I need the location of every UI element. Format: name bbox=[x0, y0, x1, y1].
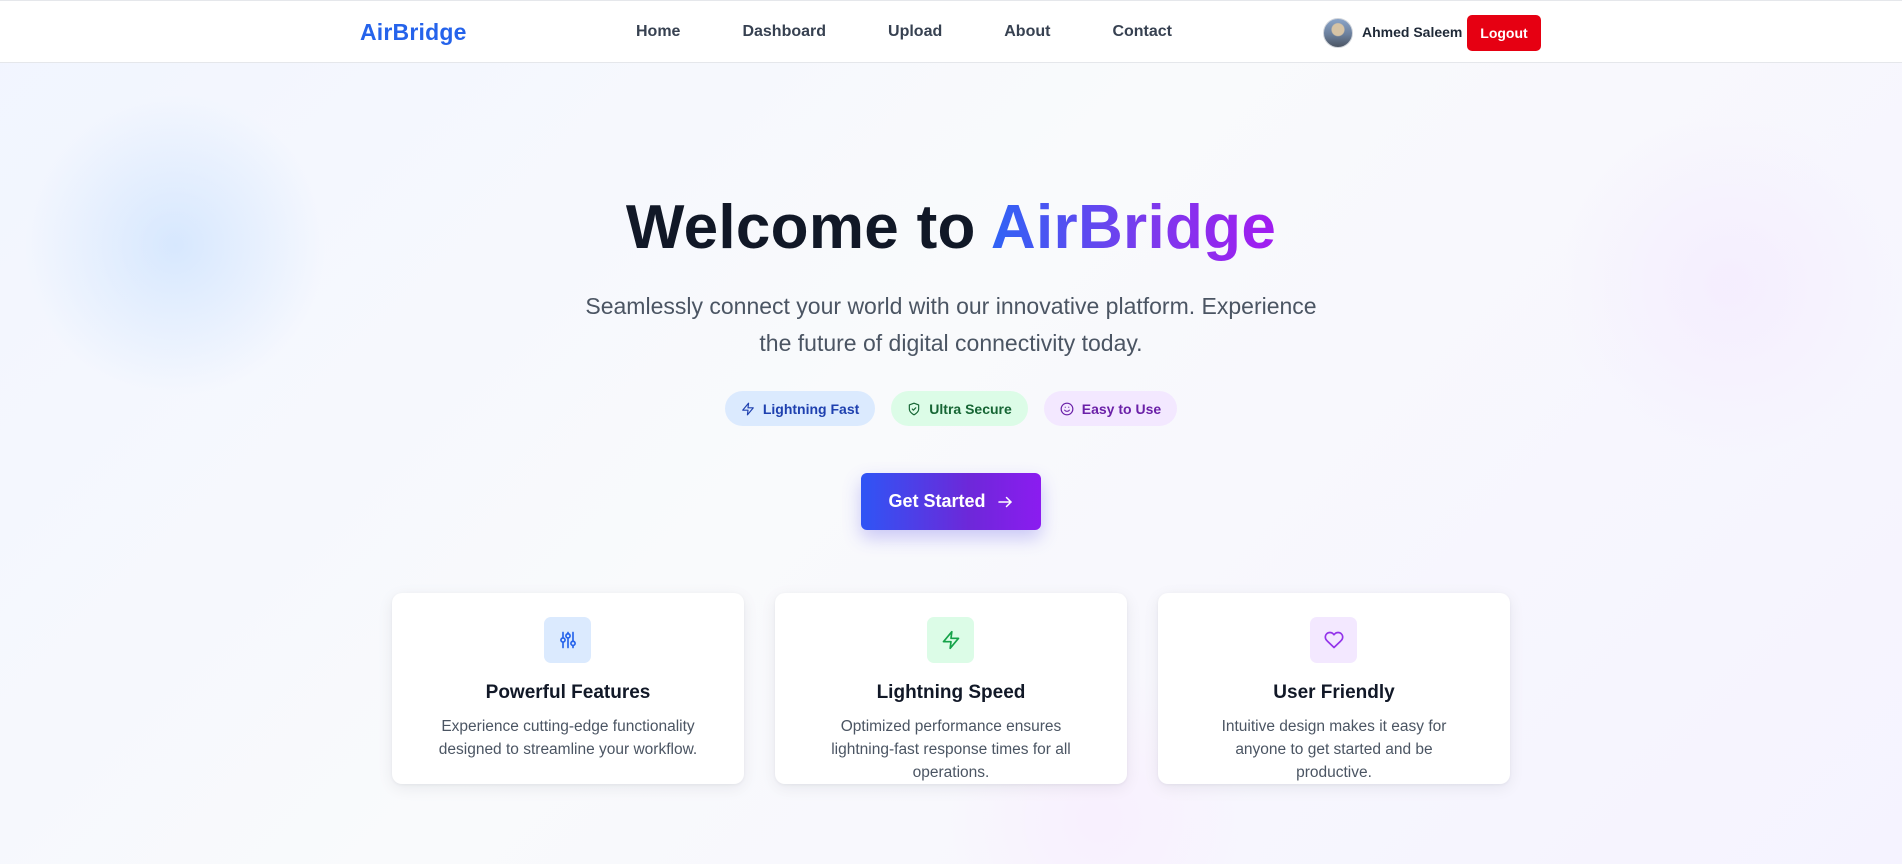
nav-link-dashboard[interactable]: Dashboard bbox=[742, 23, 826, 41]
brand-logo[interactable]: AirBridge bbox=[360, 19, 467, 46]
get-started-button[interactable]: Get Started bbox=[861, 473, 1041, 530]
heart-icon bbox=[1324, 631, 1343, 649]
card-description: Intuitive design makes it easy for anyon… bbox=[1221, 718, 1447, 781]
cta-label: Get Started bbox=[888, 491, 986, 511]
pill-ultra-secure: Ultra Secure bbox=[891, 391, 1028, 426]
logout-button[interactable]: Logout bbox=[1467, 15, 1541, 51]
pill-label: Lightning Fast bbox=[762, 400, 860, 417]
sliders-icon bbox=[559, 631, 576, 649]
card-title: Powerful Features bbox=[485, 682, 651, 703]
card-icon-badge bbox=[544, 617, 591, 663]
feature-card-powerful: Powerful Features Experience cutting-edg… bbox=[392, 593, 744, 784]
card-title: Lightning Speed bbox=[876, 682, 1026, 703]
nav-link-about[interactable]: About bbox=[1004, 23, 1050, 41]
title-prefix: Welcome to bbox=[625, 193, 991, 262]
pill-label: Easy to Use bbox=[1081, 400, 1162, 417]
feature-cards: Powerful Features Experience cutting-edg… bbox=[392, 593, 1510, 784]
feature-pills: Lightning Fast Ultra Secure Easy to Use bbox=[0, 391, 1902, 426]
nav-link-upload[interactable]: Upload bbox=[888, 23, 942, 41]
pill-lightning-fast: Lightning Fast bbox=[724, 391, 876, 426]
card-description: Optimized performance ensures lightning-… bbox=[831, 718, 1071, 781]
hero-subtitle: Seamlessly connect your world with our i… bbox=[585, 293, 1317, 356]
zap-icon bbox=[942, 630, 959, 650]
shield-icon bbox=[909, 402, 920, 415]
nav-link-contact[interactable]: Contact bbox=[1112, 23, 1172, 41]
arrow-right-icon bbox=[997, 496, 1012, 507]
feature-card-friendly: User Friendly Intuitive design makes it … bbox=[1158, 593, 1510, 784]
card-icon-badge bbox=[1310, 617, 1357, 663]
page-title: Welcome to AirBridge bbox=[0, 192, 1902, 263]
nav-link-home[interactable]: Home bbox=[636, 23, 680, 41]
pill-easy-to-use: Easy to Use bbox=[1043, 391, 1178, 426]
user-name: Ahmed Saleem bbox=[1362, 24, 1463, 40]
card-icon-badge bbox=[927, 617, 974, 663]
title-accent: AirBridge bbox=[990, 193, 1277, 262]
card-title: User Friendly bbox=[1273, 682, 1395, 703]
card-description: Experience cutting-edge functionality de… bbox=[438, 718, 698, 758]
main-nav: Home Dashboard Upload About Contact bbox=[636, 23, 1172, 41]
feature-card-speed: Lightning Speed Optimized performance en… bbox=[775, 593, 1127, 784]
pill-label: Ultra Secure bbox=[929, 400, 1012, 417]
top-navbar: AirBridge Home Dashboard Upload About Co… bbox=[0, 0, 1902, 63]
user-avatar[interactable] bbox=[1323, 18, 1353, 48]
smile-icon bbox=[1060, 402, 1074, 415]
zap-icon bbox=[742, 402, 754, 415]
